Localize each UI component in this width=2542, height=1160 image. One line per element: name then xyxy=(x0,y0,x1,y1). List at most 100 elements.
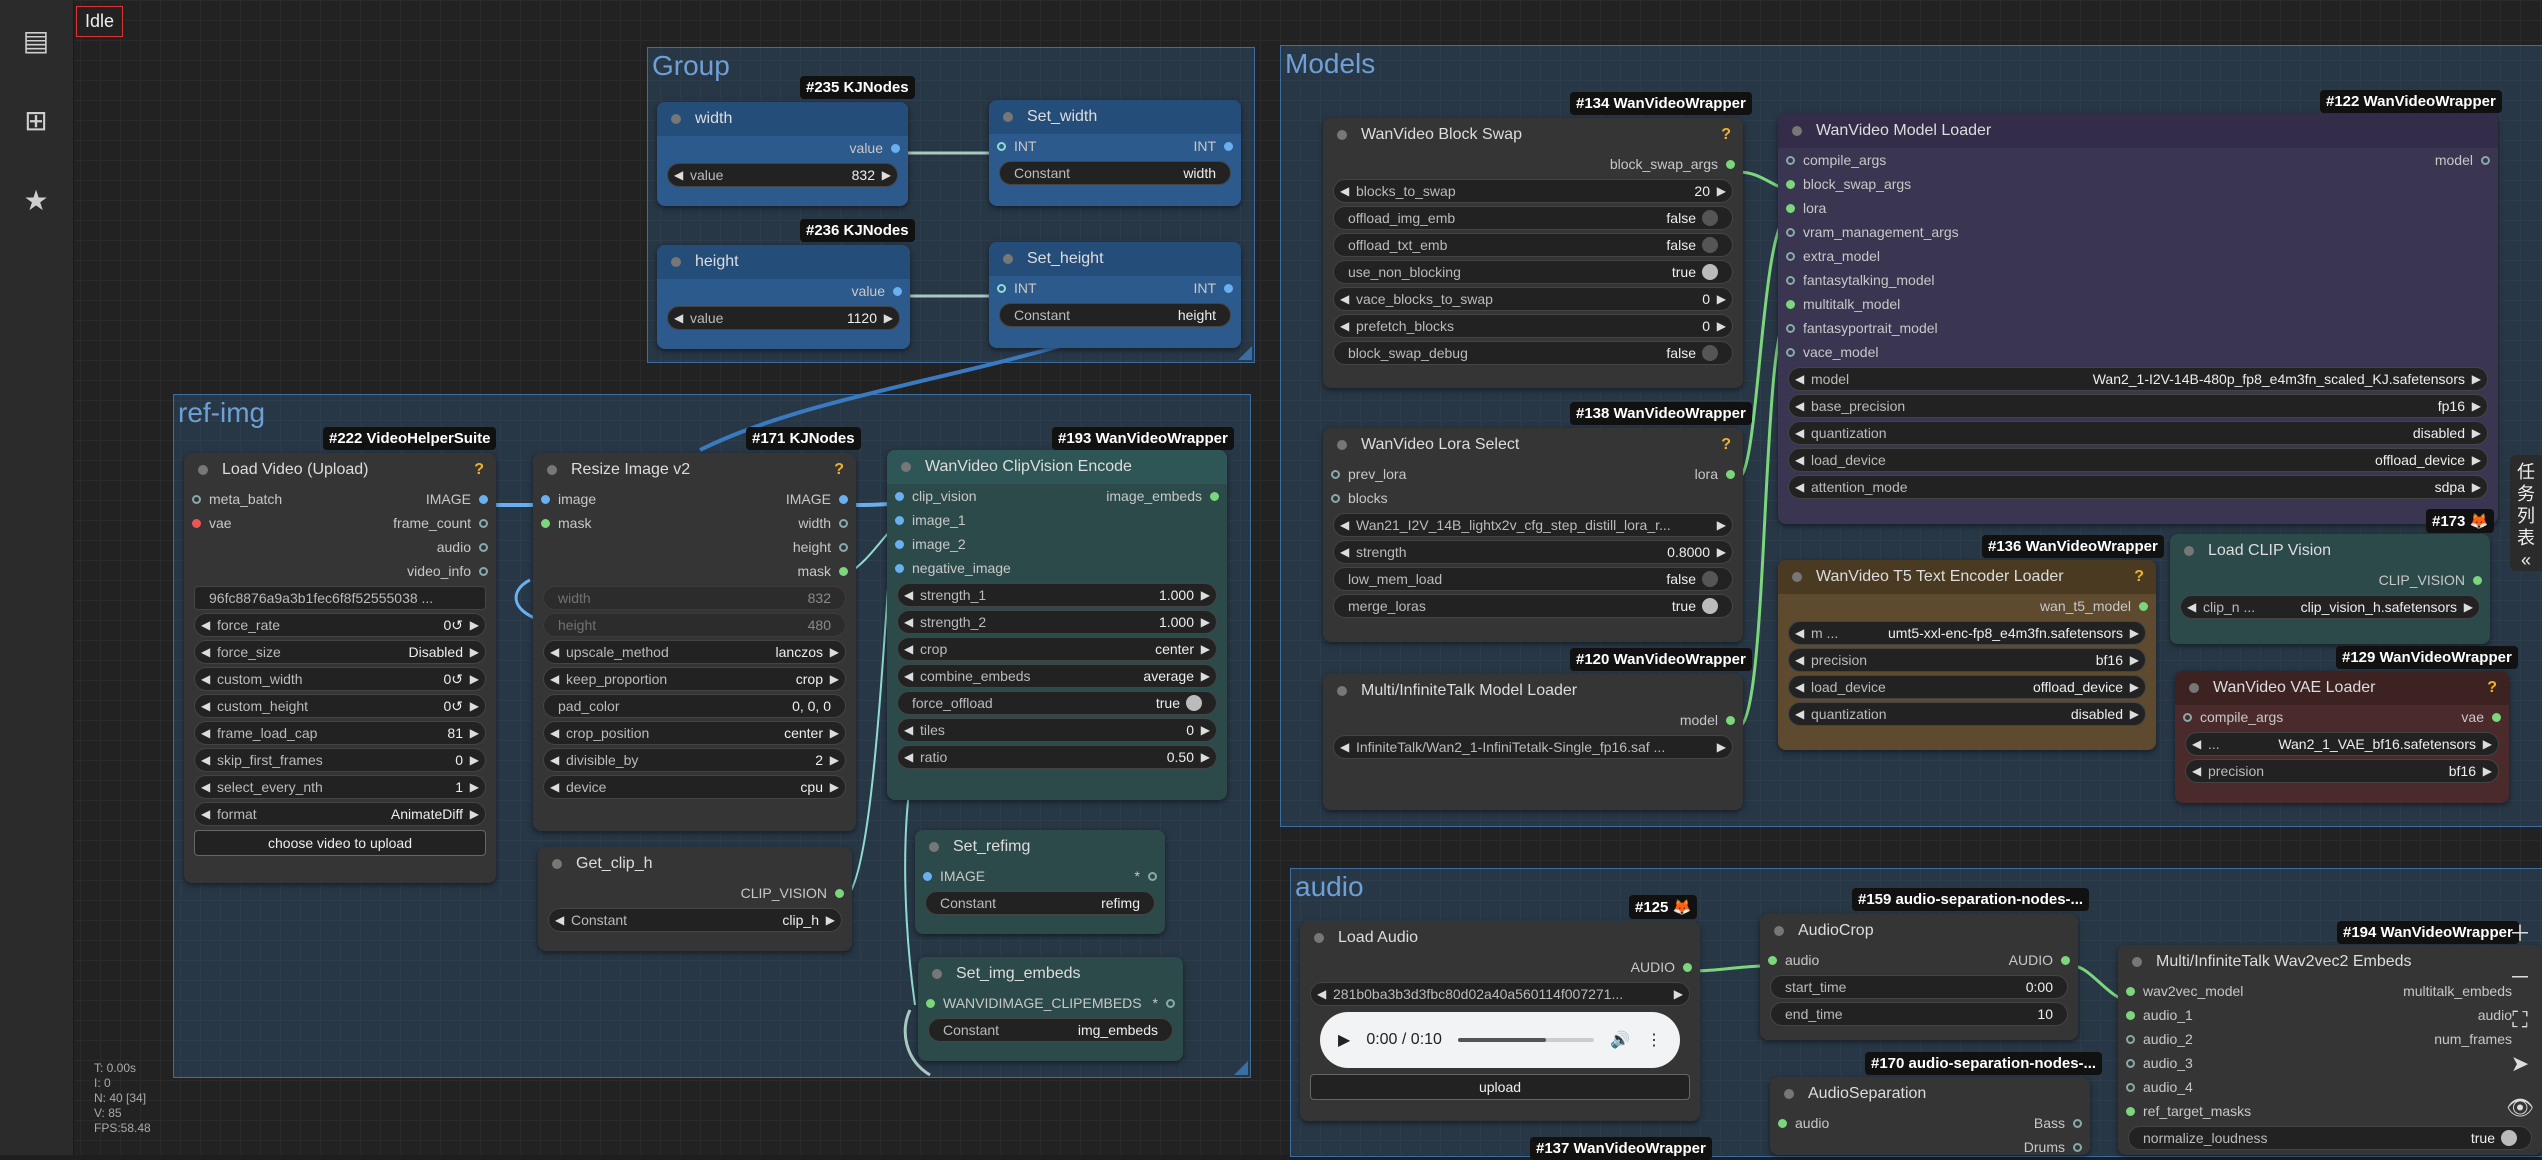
select-every-nth-widget[interactable]: ◀ select_every_nth 1 ▶ xyxy=(194,775,486,799)
set-refimg-node[interactable]: Set_refimg IMAGE * Constant refimg xyxy=(915,830,1165,934)
format-widget[interactable]: ◀ format AnimateDiff ▶ xyxy=(194,802,486,826)
document-icon[interactable]: ▤ xyxy=(16,20,56,60)
combine-embeds-widget[interactable]: ◀ combine_embeds average ▶ xyxy=(897,664,1217,688)
constant-widget[interactable]: Constant refimg xyxy=(925,891,1155,915)
quantization-widget[interactable]: ◀ quantization disabled ▶ xyxy=(1788,421,2488,445)
volume-icon[interactable]: 🔊 xyxy=(1610,1030,1630,1050)
zoom-in-icon[interactable]: ＋ xyxy=(2498,910,2542,954)
video-file-widget[interactable]: 96fc8876a9a3b1fec6f8f52555038 ... xyxy=(194,586,486,610)
resize-image-node[interactable]: Resize Image v2? image IMAGE mask width he… xyxy=(533,453,856,831)
lora-file-widget[interactable]: ◀ Wan21_I2V_14B_lightx2v_cfg_step_distill… xyxy=(1333,513,1733,537)
set-width-node[interactable]: Set_width INT INT Constant width xyxy=(989,100,1241,206)
offload-img-emb-toggle[interactable]: offload_img_emb false xyxy=(1333,206,1733,230)
load-audio-node[interactable]: Load Audio AUDIO ◀ 281b0ba3b3d3fbc80d02a4… xyxy=(1300,921,1700,1121)
low-mem-load-toggle[interactable]: low_mem_load false xyxy=(1333,567,1733,591)
load-device-widget[interactable]: ◀ load_device offload_device ▶ xyxy=(1788,675,2146,699)
star-icon[interactable]: ★ xyxy=(16,180,56,220)
vae-loader-node[interactable]: WanVideo VAE Loader? compile_args vae ◀..… xyxy=(2175,671,2509,803)
clipvision-encode-node[interactable]: WanVideo ClipVision Encode clip_vision im… xyxy=(887,450,1227,800)
choose-video-button[interactable]: choose video to upload xyxy=(194,830,486,856)
strength-2-widget[interactable]: ◀ strength_2 1.000 ▶ xyxy=(897,610,1217,634)
constant-widget[interactable]: ◀ Constant clip_h ▶ xyxy=(548,908,842,932)
get-clip-h-node[interactable]: Get_clip_h CLIP_VISION ◀ Constant clip_h ▶ xyxy=(538,847,852,951)
force-offload-toggle[interactable]: force_offload true xyxy=(897,691,1217,715)
upload-button[interactable]: upload xyxy=(1310,1074,1690,1100)
divisible-by-widget[interactable]: ◀ divisible_by 2 ▶ xyxy=(543,748,846,772)
constant-widget[interactable]: Constant width xyxy=(999,161,1231,185)
render-stats: T: 0.00s I: 0 N: 40 [34] V: 85 FPS:58.48 xyxy=(94,1061,151,1135)
skip-first-frames-widget[interactable]: ◀ skip_first_frames 0 ▶ xyxy=(194,748,486,772)
precision-widget[interactable]: ◀ precision bf16 ▶ xyxy=(2185,759,2499,783)
attention-mode-widget[interactable]: ◀ attention_mode sdpa ▶ xyxy=(1788,475,2488,499)
node-badge: #173 🦊 xyxy=(2426,509,2495,533)
audio-player[interactable]: ▶ 0:00 / 0:10 🔊 ⋮ xyxy=(1320,1012,1680,1068)
prefetch-blocks-widget[interactable]: ◀ prefetch_blocks 0 ▶ xyxy=(1333,314,1733,338)
upscale-method-widget[interactable]: ◀ upscale_method lanczos ▶ xyxy=(543,640,846,664)
more-icon[interactable]: ⋮ xyxy=(1646,1030,1662,1050)
load-device-widget[interactable]: ◀ load_device offload_device ▶ xyxy=(1788,448,2488,472)
device-widget[interactable]: ◀ device cpu ▶ xyxy=(543,775,846,799)
blocks-to-swap-widget[interactable]: ◀ blocks_to_swap 20 ▶ xyxy=(1333,179,1733,203)
t5-loader-node[interactable]: WanVideo T5 Text Encoder Loader? wan_t5_… xyxy=(1778,560,2156,750)
load-video-node[interactable]: Load Video (Upload)? meta_batch IMAGE vae… xyxy=(184,453,496,883)
play-icon[interactable]: ▶ xyxy=(1338,1030,1350,1050)
end-time-widget[interactable]: end_time 10 xyxy=(1770,1002,2068,1026)
force-size-widget[interactable]: ◀ force_size Disabled ▶ xyxy=(194,640,486,664)
output-slot[interactable] xyxy=(891,143,900,153)
strength-widget[interactable]: ◀ strength 0.8000 ▶ xyxy=(1333,540,1733,564)
task-list-panel[interactable]: 任务列表 « xyxy=(2510,455,2542,571)
offload-txt-emb-toggle[interactable]: offload_txt_emb false xyxy=(1333,233,1733,257)
value-widget[interactable]: ◀ value 832 ▶ xyxy=(667,163,898,187)
custom-width-widget[interactable]: ◀ custom_width 0↺ ▶ xyxy=(194,667,486,691)
audio-progress[interactable] xyxy=(1457,1038,1595,1042)
model-widget[interactable]: ◀ model Wan2_1-I2V-14B-480p_fp8_e4m3fn_sca… xyxy=(1788,367,2488,391)
load-clip-vision-node[interactable]: Load CLIP Vision CLIP_VISION ◀ clip_n ...… xyxy=(2170,534,2490,644)
audio-crop-node[interactable]: AudioCrop audio AUDIO start_time 0:00 end_… xyxy=(1760,914,2078,1040)
t5-model-widget[interactable]: ◀ m ... umt5-xxl-enc-fp8_e4m3fn.safetensor… xyxy=(1788,621,2146,645)
height-node[interactable]: height value ◀ value 1120 ▶ xyxy=(657,245,910,349)
value-widget[interactable]: ◀ value 1120 ▶ xyxy=(667,306,900,330)
constant-widget[interactable]: Constant height xyxy=(999,303,1231,327)
custom-height-widget[interactable]: ◀ custom_height 0↺ ▶ xyxy=(194,694,486,718)
vae-model-widget[interactable]: ◀... Wan2_1_VAE_bf16.safetensors ▶ xyxy=(2185,732,2499,756)
precision-widget[interactable]: ◀ precision bf16 ▶ xyxy=(1788,648,2146,672)
visibility-icon[interactable]: 👁 xyxy=(2498,1086,2542,1130)
base-precision-widget[interactable]: ◀ base_precision fp16 ▶ xyxy=(1788,394,2488,418)
pad-color-widget[interactable]: pad_color 0, 0, 0 xyxy=(543,694,846,718)
quantization-widget[interactable]: ◀ quantization disabled ▶ xyxy=(1788,702,2146,726)
wav2vec-embeds-node[interactable]: Multi/InfiniteTalk Wav2vec2 Embeds wav2v… xyxy=(2118,945,2542,1155)
keep-proportion-widget[interactable]: ◀ keep_proportion crop ▶ xyxy=(543,667,846,691)
start-time-widget[interactable]: start_time 0:00 xyxy=(1770,975,2068,999)
crop-widget[interactable]: ◀ crop center ▶ xyxy=(897,637,1217,661)
infinitetalk-loader-node[interactable]: Multi/InfiniteTalk Model Loader model ◀ I… xyxy=(1323,674,1743,810)
set-img-embeds-node[interactable]: Set_img_embeds WANVIDIMAGE_CLIPEMBEDS * C… xyxy=(918,957,1183,1061)
ratio-widget[interactable]: ◀ ratio 0.50 ▶ xyxy=(897,745,1217,769)
frame-load-cap-widget[interactable]: ◀ frame_load_cap 81 ▶ xyxy=(194,721,486,745)
constant-widget[interactable]: Constant img_embeds xyxy=(928,1018,1173,1042)
node-library-icon[interactable]: ⊞ xyxy=(16,100,56,140)
model-file-widget[interactable]: ◀ InfiniteTalk/Wan2_1-InfiniTetalk-Single… xyxy=(1333,735,1733,759)
crop-position-widget[interactable]: ◀ crop_position center ▶ xyxy=(543,721,846,745)
vace-blocks-widget[interactable]: ◀ vace_blocks_to_swap 0 ▶ xyxy=(1333,287,1733,311)
normalize-loudness-toggle[interactable]: normalize_loudness true xyxy=(2128,1126,2532,1150)
force-rate-widget[interactable]: ◀ force_rate 0↺ ▶ xyxy=(194,613,486,637)
zoom-out-icon[interactable]: － xyxy=(2498,954,2542,998)
node-title: WanVideo T5 Text Encoder Loader xyxy=(1816,568,2064,585)
status-indicator: Idle xyxy=(76,6,124,37)
block-swap-node[interactable]: WanVideo Block Swap? block_swap_args ◀ bl… xyxy=(1323,118,1743,388)
model-loader-node[interactable]: WanVideo Model Loader compile_args model … xyxy=(1778,114,2498,524)
block-swap-debug-toggle[interactable]: block_swap_debug false xyxy=(1333,341,1733,365)
use-non-blocking-toggle[interactable]: use_non_blocking true xyxy=(1333,260,1733,284)
audio-file-widget[interactable]: ◀ 281b0ba3b3d3fbc80d02a40a560114f007271..… xyxy=(1310,982,1690,1006)
output-slot[interactable] xyxy=(893,286,902,296)
audio-separation-node[interactable]: AudioSeparation audio Bass Drums xyxy=(1770,1077,2090,1155)
strength-1-widget[interactable]: ◀ strength_1 1.000 ▶ xyxy=(897,583,1217,607)
tiles-widget[interactable]: ◀ tiles 0 ▶ xyxy=(897,718,1217,742)
width-node[interactable]: width value ◀ value 832 ▶ xyxy=(657,102,908,206)
select-mode-icon[interactable]: ➤ xyxy=(2498,1042,2542,1086)
lora-select-node[interactable]: WanVideo Lora Select? prev_lora lora bloc… xyxy=(1323,428,1743,642)
merge-loras-toggle[interactable]: merge_loras true xyxy=(1333,594,1733,618)
fit-view-icon[interactable]: ⛶ xyxy=(2498,998,2542,1042)
clip-name-widget[interactable]: ◀ clip_n ... clip_vision_h.safetensors ▶ xyxy=(2180,595,2480,619)
set-height-node[interactable]: Set_height INT INT Constant height xyxy=(989,242,1241,348)
